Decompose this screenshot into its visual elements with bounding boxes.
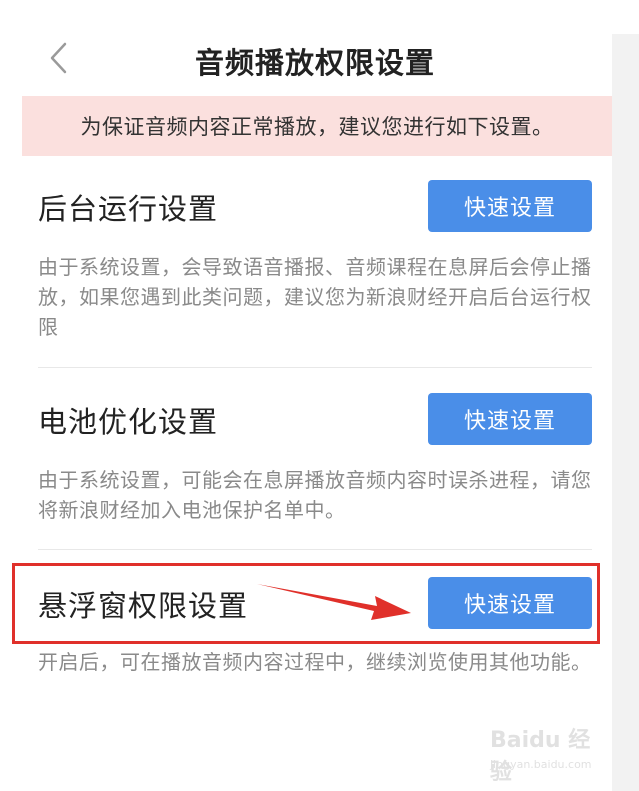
section-title: 后台运行设置 <box>38 192 219 226</box>
section-description: 由于系统设置，可能会在息屏播放音频内容时误杀进程，请您将新浪财经加入电池保护名单… <box>38 468 592 522</box>
divider <box>38 367 592 368</box>
watermark-url: jingyan.baidu.com <box>490 758 592 771</box>
page-title: 音频播放权限设置 <box>194 46 435 80</box>
section-description: 开启后，可在播放音频内容过程中，继续浏览使用其他功能。 <box>38 650 592 674</box>
notice-banner: 为保证音频内容正常播放，建议您进行如下设置。 <box>22 96 612 156</box>
divider <box>38 549 592 550</box>
watermark-logo: Baidu 经验 <box>490 728 591 785</box>
arrow-annotation-icon <box>257 584 411 620</box>
permission-settings-page: 音频播放权限设置 为保证音频内容正常播放，建议您进行如下设置。 后台运行设置 快… <box>0 0 639 791</box>
side-scroll-strip <box>612 34 639 791</box>
quick-setup-button[interactable]: 快速设置 <box>428 180 592 232</box>
watermark: Baidu 经验 jingyan.baidu.com <box>490 722 610 785</box>
section-battery-optimization: 电池优化设置 快速设置 由于系统设置，可能会在息屏播放音频内容时误杀进程，请您将… <box>38 393 594 533</box>
section-title: 电池优化设置 <box>38 405 219 439</box>
section-description: 由于系统设置，会导致语音播报、音频课程在息屏后会停止播放，如果您遇到此类问题，建… <box>38 255 592 339</box>
header: 音频播放权限设置 <box>0 0 612 96</box>
notice-text: 为保证音频内容正常播放，建议您进行如下设置。 <box>80 115 554 139</box>
section-background-run: 后台运行设置 快速设置 由于系统设置，会导致语音播报、音频课程在息屏后会停止播放… <box>38 180 594 350</box>
quick-setup-button[interactable]: 快速设置 <box>428 393 592 445</box>
